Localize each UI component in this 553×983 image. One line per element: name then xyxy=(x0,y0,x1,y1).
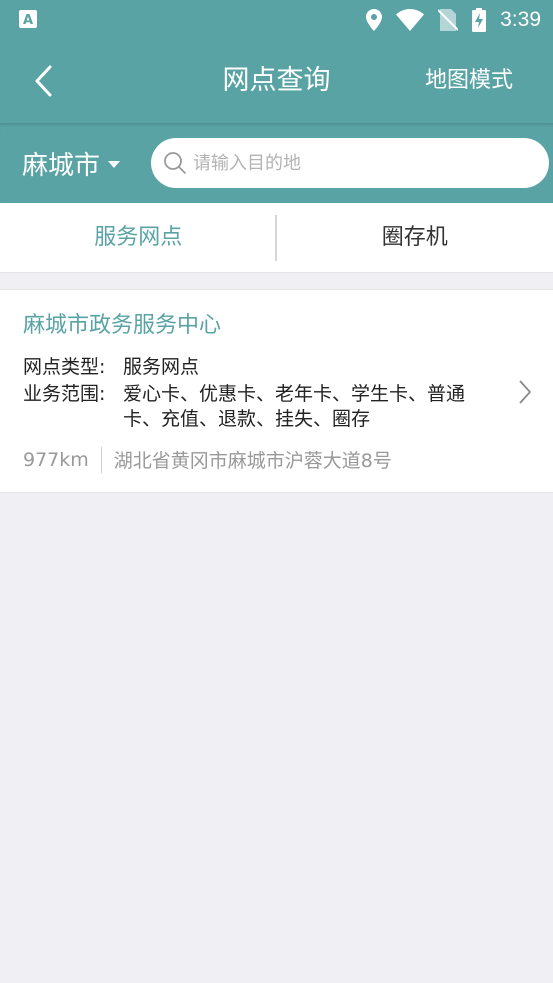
outlet-name: 麻城市政务服务中心 xyxy=(23,313,222,338)
battery-charging-icon xyxy=(472,8,487,32)
city-label: 麻城市 xyxy=(22,150,101,181)
outlet-distance: 977km xyxy=(23,448,89,471)
city-selector[interactable]: 麻城市 xyxy=(22,143,121,183)
outlet-address: 湖北省黄冈市麻城市沪蓉大道8号 xyxy=(113,450,392,472)
search-icon xyxy=(164,152,186,174)
map-mode-button[interactable]: 地图模式 xyxy=(425,62,513,100)
divider xyxy=(100,446,102,473)
svg-text:A: A xyxy=(23,13,33,28)
wifi-icon xyxy=(396,9,425,31)
tab-loading-machines[interactable]: 圈存机 xyxy=(277,203,553,272)
outlet-type-value: 服务网点 xyxy=(123,356,200,378)
tab-service-outlets[interactable]: 服务网点 xyxy=(0,203,277,272)
app-notification-icon: A xyxy=(19,10,37,28)
search-box[interactable] xyxy=(151,138,549,188)
outlet-scope-value: 爱心卡、优惠卡、老年卡、学生卡、普通卡、充值、退款、挂失、圈存 xyxy=(123,383,466,430)
outlet-scope-row: 业务范围: 爱心卡、优惠卡、老年卡、学生卡、普通卡、充值、退款、挂失、圈存 xyxy=(23,382,493,432)
location-icon xyxy=(366,9,383,31)
search-input[interactable] xyxy=(193,152,513,174)
outlet-footer: 977km 湖北省黄冈市麻城市沪蓉大道8号 xyxy=(23,446,392,473)
status-bar: A 3:39 xyxy=(0,0,553,40)
outlet-scope-label: 业务范围: xyxy=(23,383,106,405)
caret-down-icon xyxy=(108,160,121,168)
tab-divider xyxy=(275,215,277,261)
nav-bar: 网点查询 地图模式 xyxy=(0,40,553,123)
tab-bar: 服务网点 圈存机 xyxy=(0,203,553,273)
outlet-type-label: 网点类型: xyxy=(23,356,106,378)
status-time: 3:39 xyxy=(500,8,541,31)
chevron-right-icon xyxy=(519,380,531,404)
no-sim-icon xyxy=(438,9,459,31)
search-bar: 麻城市 xyxy=(0,123,553,203)
list-item[interactable]: 麻城市政务服务中心 网点类型: 服务网点 业务范围: 爱心卡、优惠卡、老年卡、学… xyxy=(0,289,553,493)
outlet-type-row: 网点类型: 服务网点 xyxy=(23,355,493,380)
back-arrow-icon[interactable] xyxy=(28,62,62,100)
